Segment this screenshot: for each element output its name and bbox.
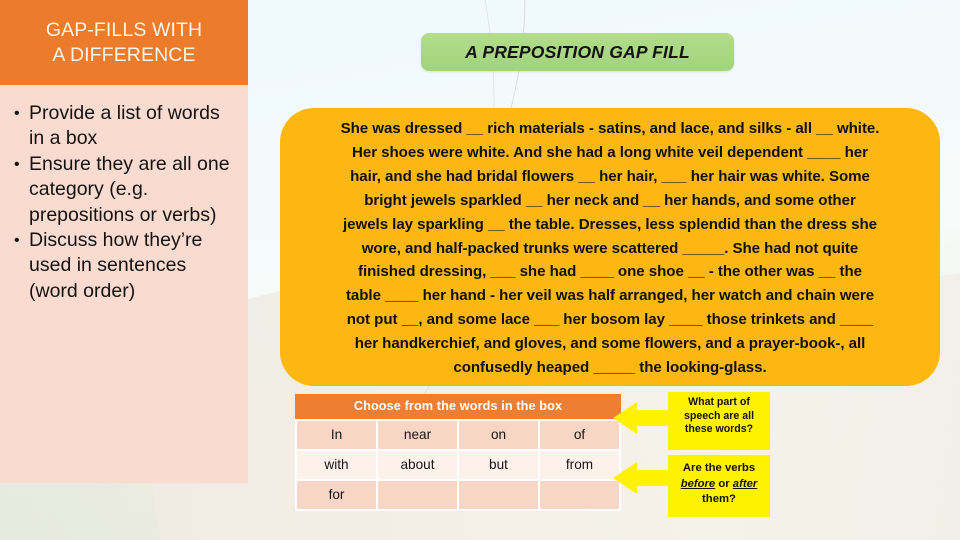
word-cell-empty[interactable] bbox=[540, 481, 619, 509]
callout-bottom-suffix: them? bbox=[702, 493, 736, 505]
slide-title: GAP-FILLS WITH A DIFFERENCE bbox=[45, 18, 203, 66]
arrow-shaft bbox=[635, 470, 671, 486]
list-item: Provide a list of words in a box bbox=[14, 101, 236, 152]
exercise-heading-badge: A PREPOSITION GAP FILL bbox=[421, 33, 734, 71]
callout-verb-position: Are the verbs before or after them? bbox=[668, 455, 770, 517]
word-cell[interactable]: from bbox=[540, 451, 619, 479]
word-cell-empty[interactable] bbox=[378, 481, 457, 509]
word-cell[interactable]: about bbox=[378, 451, 457, 479]
list-item: Ensure they are all one category (e.g. p… bbox=[14, 152, 236, 228]
word-cell[interactable]: for bbox=[297, 481, 376, 509]
gap-fill-passage-panel: She was dressed __ rich materials - sati… bbox=[280, 108, 940, 386]
word-cell[interactable]: on bbox=[459, 421, 538, 449]
callout-emphasis-after: after bbox=[732, 477, 758, 490]
slide-title-block: GAP-FILLS WITH A DIFFERENCE bbox=[0, 0, 248, 85]
word-cell[interactable]: near bbox=[378, 421, 457, 449]
bullets-list: Provide a list of words in a box Ensure … bbox=[14, 101, 236, 304]
callout-bottom-prefix: Are the verbs bbox=[682, 462, 756, 474]
list-item: Discuss how they’re used in sentences (w… bbox=[14, 228, 236, 304]
table-row: In near on of bbox=[297, 421, 619, 449]
word-box: Choose from the words in the box In near… bbox=[295, 394, 621, 511]
table-row: with about but from bbox=[297, 451, 619, 479]
arrow-head bbox=[613, 402, 637, 434]
exercise-heading-label: A PREPOSITION GAP FILL bbox=[465, 41, 690, 62]
word-cell[interactable]: with bbox=[297, 451, 376, 479]
word-cell[interactable]: but bbox=[459, 451, 538, 479]
callout-bottom-mid: or bbox=[715, 477, 733, 490]
callout-top-text: What part of speech are all these words? bbox=[683, 396, 755, 436]
callout-part-of-speech: What part of speech are all these words? bbox=[668, 392, 770, 450]
bullets-panel: Provide a list of words in a box Ensure … bbox=[0, 85, 248, 483]
word-box-header: Choose from the words in the box bbox=[295, 394, 621, 419]
word-cell[interactable]: of bbox=[540, 421, 619, 449]
word-cell-empty[interactable] bbox=[459, 481, 538, 509]
gap-fill-passage-text: She was dressed __ rich materials - sati… bbox=[340, 120, 880, 377]
word-cell[interactable]: In bbox=[297, 421, 376, 449]
callout-emphasis-before: before bbox=[680, 477, 716, 490]
slide-canvas: GAP-FILLS WITH A DIFFERENCE Provide a li… bbox=[0, 0, 960, 540]
table-row: for bbox=[297, 481, 619, 509]
arrow-left-icon bbox=[613, 402, 671, 434]
arrow-shaft bbox=[635, 410, 671, 426]
arrow-head bbox=[613, 462, 637, 494]
arrow-left-icon bbox=[613, 462, 671, 494]
word-box-table: In near on of with about but from for bbox=[295, 419, 621, 511]
